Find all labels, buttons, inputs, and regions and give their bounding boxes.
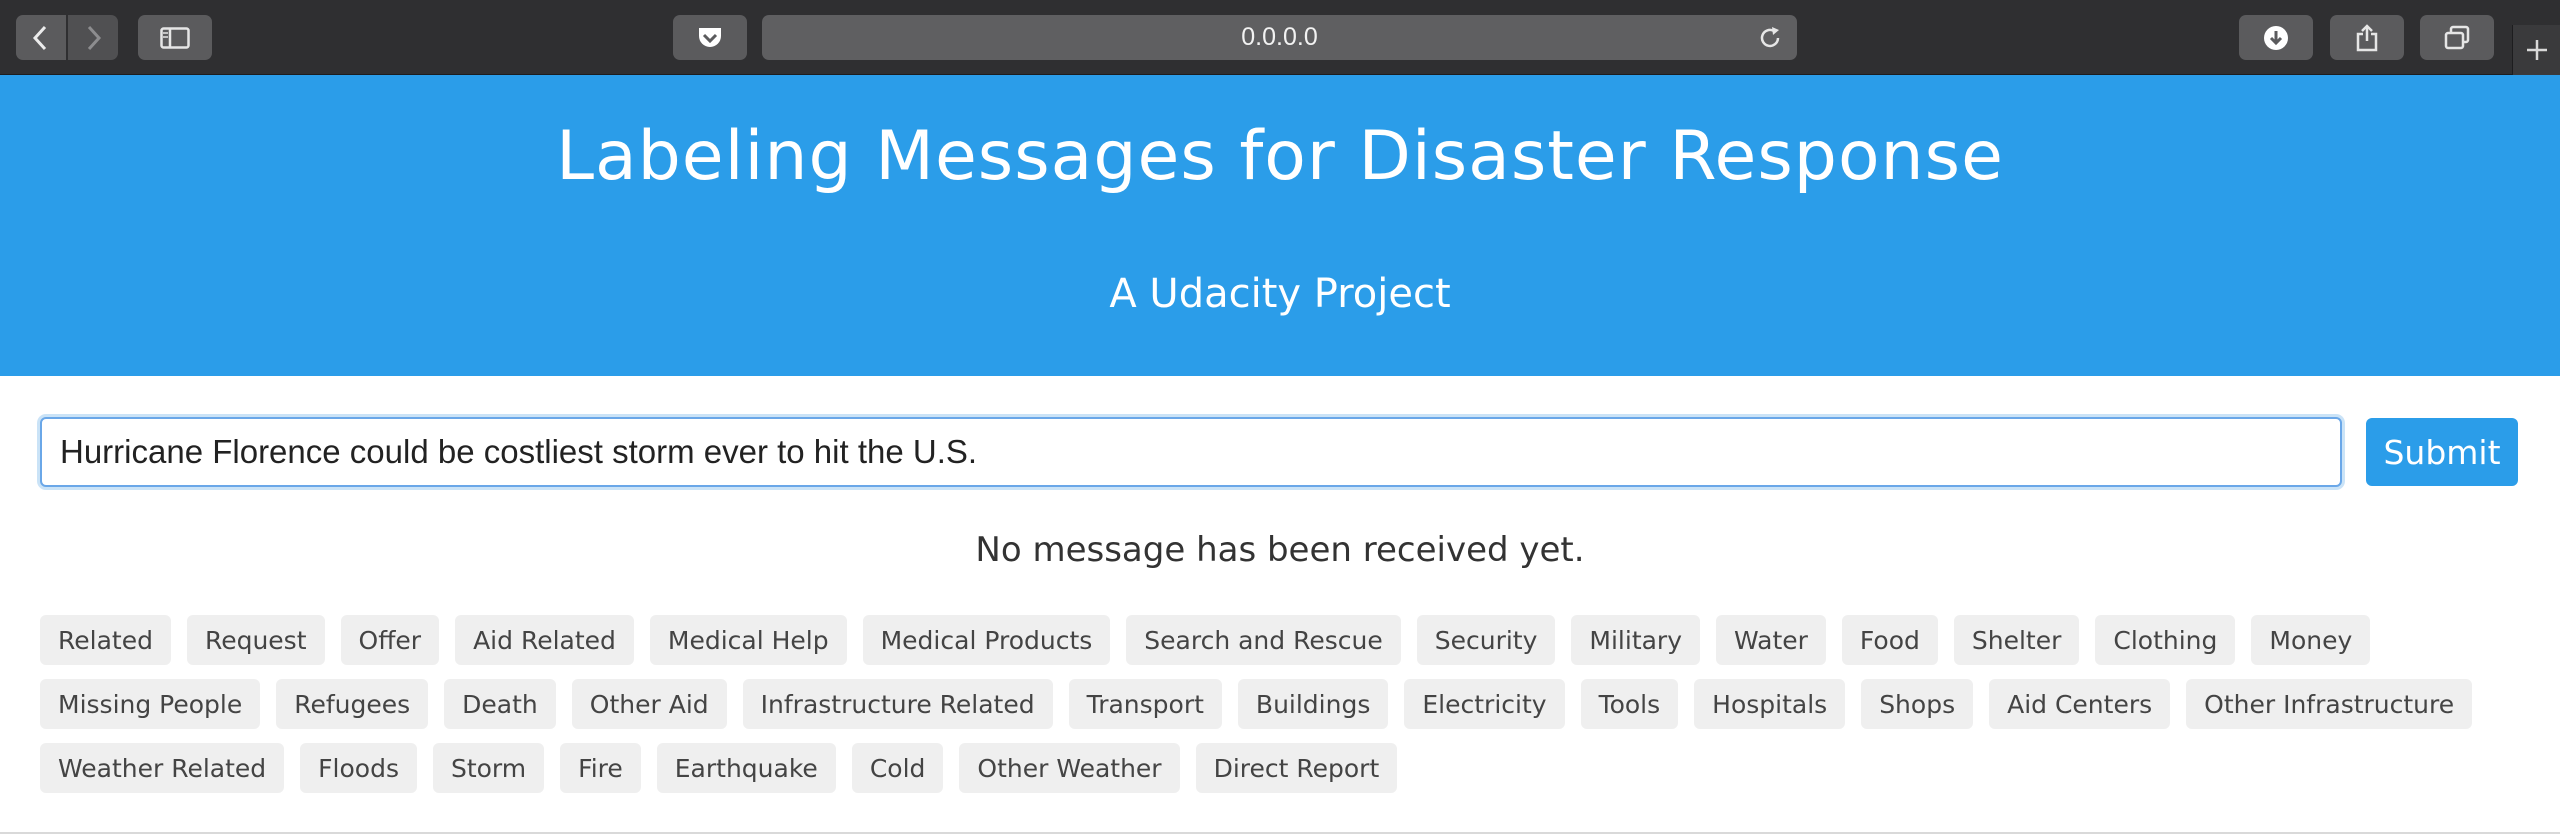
page-bottom-divider (0, 832, 2560, 834)
pocket-button[interactable] (673, 15, 747, 60)
browser-toolbar: 0.0.0.0 (0, 0, 2560, 75)
submit-button[interactable]: Submit (2366, 418, 2518, 486)
downloads-button[interactable] (2239, 15, 2313, 60)
tab-overview-button[interactable] (2420, 15, 2494, 60)
category-badge: Earthquake (656, 743, 836, 793)
category-badge: Weather Related (40, 743, 285, 793)
category-badge: Related (40, 615, 171, 665)
category-badge: Other Weather (959, 743, 1180, 793)
category-badge: Money (2251, 615, 2371, 665)
category-badge: Request (186, 615, 325, 665)
message-input[interactable] (40, 417, 2342, 487)
category-badge: Floods (300, 743, 417, 793)
category-badge: Aid Centers (1989, 679, 2171, 729)
pocket-icon (699, 27, 721, 47)
tabs-overview-icon (2444, 25, 2470, 49)
chevron-right-icon (87, 25, 102, 50)
category-badge: Medical Help (649, 615, 847, 665)
category-badge: Transport (1068, 679, 1222, 729)
category-badge: Offer (340, 615, 440, 665)
sidebar-icon (160, 26, 190, 49)
new-tab-button[interactable] (2512, 25, 2560, 75)
download-icon (2264, 25, 2288, 50)
page-subtitle: A Udacity Project (1109, 271, 1451, 317)
share-icon (2356, 23, 2378, 51)
category-badge: Electricity (1404, 679, 1565, 729)
category-badge: Shelter (1953, 615, 2080, 665)
plus-icon (2526, 40, 2547, 60)
category-badge: Military (1571, 615, 1701, 665)
category-badge: Buildings (1237, 679, 1389, 729)
category-badge: Medical Products (862, 615, 1111, 665)
category-badge: Cold (851, 743, 944, 793)
page-title: Labeling Messages for Disaster Response (556, 117, 2004, 196)
category-badge: Shops (1861, 679, 1974, 729)
category-badge: Storm (432, 743, 545, 793)
category-badge: Hospitals (1694, 679, 1846, 729)
chevron-left-icon (32, 25, 47, 50)
status-message: No message has been received yet. (975, 530, 1585, 570)
category-badge: Infrastructure Related (742, 679, 1053, 729)
category-badge: Death (444, 679, 556, 729)
category-badge: Clothing (2095, 615, 2236, 665)
address-bar[interactable]: 0.0.0.0 (762, 15, 1797, 60)
category-badge: Fire (560, 743, 641, 793)
reload-icon[interactable] (1757, 25, 1783, 51)
page-header: Labeling Messages for Disaster Response … (0, 75, 2560, 376)
category-badge: Search and Rescue (1126, 615, 1401, 665)
category-list: Related Request Offer Aid Related Medica… (40, 615, 2520, 793)
category-badge: Missing People (40, 679, 261, 729)
category-badge: Refugees (276, 679, 429, 729)
category-badge: Aid Related (455, 615, 634, 665)
share-button[interactable] (2330, 15, 2404, 60)
category-badge: Other Infrastructure (2186, 679, 2473, 729)
category-badge: Food (1841, 615, 1938, 665)
category-badge: Tools (1580, 679, 1679, 729)
category-badge: Water (1716, 615, 1826, 665)
back-button[interactable] (16, 15, 66, 60)
forward-button[interactable] (68, 15, 118, 60)
url-text: 0.0.0.0 (1241, 23, 1318, 51)
category-badge: Security (1416, 615, 1556, 665)
sidebar-toggle-button[interactable] (138, 15, 212, 60)
category-badge: Direct Report (1195, 743, 1398, 793)
category-badge: Other Aid (571, 679, 727, 729)
